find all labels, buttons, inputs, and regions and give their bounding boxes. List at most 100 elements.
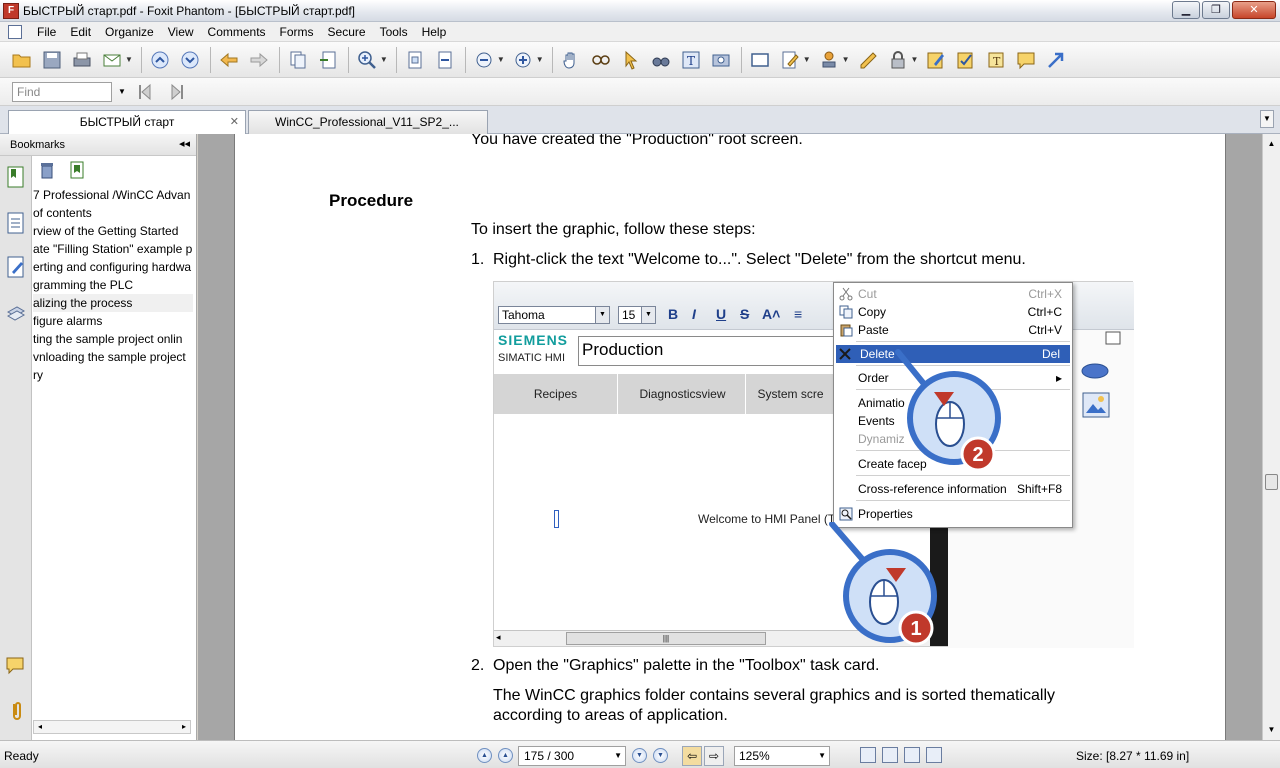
continuous-view-icon[interactable] bbox=[882, 747, 898, 763]
scroll-left-icon[interactable]: ◂ bbox=[34, 721, 46, 733]
previous-page-icon[interactable]: ▲ bbox=[498, 748, 513, 763]
history-back-icon[interactable]: ⇦ bbox=[682, 746, 702, 766]
scroll-right-icon[interactable]: ▸ bbox=[178, 721, 190, 733]
pages-tab-icon[interactable] bbox=[6, 212, 26, 234]
annotations-tab-icon[interactable] bbox=[6, 256, 26, 278]
bookmarks-hscrollbar[interactable]: ◂ ▸ bbox=[33, 720, 191, 734]
restore-button[interactable]: ❐ bbox=[1202, 1, 1230, 19]
hand-tool-icon[interactable] bbox=[559, 48, 583, 72]
tab-wincc-professional[interactable]: WinCC_Professional_V11_SP2_... bbox=[248, 110, 488, 134]
zoom-dropdown-icon[interactable]: ▼ bbox=[818, 747, 826, 765]
comments-tab-icon[interactable] bbox=[6, 656, 26, 678]
forward-arrow-icon[interactable] bbox=[247, 48, 271, 72]
textbox-icon[interactable]: T bbox=[984, 48, 1008, 72]
bookmarks-tab-icon[interactable] bbox=[6, 166, 26, 188]
page-up-icon[interactable] bbox=[148, 48, 172, 72]
scroll-up-icon[interactable]: ▲ bbox=[1263, 136, 1280, 152]
zoom-in-icon[interactable] bbox=[355, 48, 379, 72]
tab-close-icon[interactable]: ✕ bbox=[230, 111, 239, 133]
comment-note-icon[interactable] bbox=[1014, 48, 1038, 72]
bookmark-item-selected[interactable]: alizing the process bbox=[33, 294, 193, 312]
menu-edit[interactable]: Edit bbox=[63, 25, 98, 39]
menu-forms[interactable]: Forms bbox=[273, 25, 321, 39]
page-dropdown-icon[interactable]: ▼ bbox=[614, 747, 622, 765]
menu-organize[interactable]: Organize bbox=[98, 25, 161, 39]
facing-view-icon[interactable] bbox=[904, 747, 920, 763]
zoom-dropdown-icon[interactable]: ▼ bbox=[380, 55, 388, 64]
tab-list-dropdown-icon[interactable]: ▼ bbox=[1260, 110, 1274, 128]
menu-file[interactable]: File bbox=[30, 25, 63, 39]
bookmark-item[interactable]: vnloading the sample project bbox=[33, 348, 193, 366]
scroll-down-icon[interactable]: ▼ bbox=[1263, 722, 1280, 738]
open-folder-icon[interactable] bbox=[10, 48, 34, 72]
fit-page-icon[interactable] bbox=[403, 48, 427, 72]
bookmark-item[interactable]: erting and configuring hardwa bbox=[33, 258, 193, 276]
zoom-level-field[interactable]: 125% ▼ bbox=[734, 746, 830, 766]
zoom-in-circle-icon[interactable] bbox=[511, 48, 535, 72]
first-page-icon[interactable]: ▲ bbox=[477, 748, 492, 763]
single-page-view-icon[interactable] bbox=[860, 747, 876, 763]
document-menu-icon[interactable] bbox=[8, 24, 22, 39]
edit-dropdown-icon[interactable]: ▼ bbox=[803, 55, 811, 64]
menu-comments[interactable]: Comments bbox=[201, 25, 273, 39]
tab-bystry-start[interactable]: БЫСТРЫЙ старт ✕ bbox=[8, 110, 246, 134]
extract-page-icon[interactable] bbox=[316, 48, 340, 72]
lock-dropdown-icon[interactable]: ▼ bbox=[911, 55, 919, 64]
find-input[interactable]: Find bbox=[12, 81, 112, 102]
text-select-icon[interactable]: T bbox=[679, 48, 703, 72]
select-arrow-icon[interactable] bbox=[619, 48, 643, 72]
form-field-icon[interactable] bbox=[748, 48, 772, 72]
zoom-out-dropdown-icon[interactable]: ▼ bbox=[497, 55, 505, 64]
delete-bookmark-icon[interactable] bbox=[38, 161, 56, 179]
new-bookmark-icon[interactable] bbox=[68, 161, 86, 179]
email-dropdown-icon[interactable]: ▼ bbox=[125, 55, 133, 64]
bookmark-item[interactable]: ry bbox=[33, 366, 193, 384]
page-number-field[interactable]: 175 / 300 ▼ bbox=[518, 746, 626, 766]
zoom-in-dropdown-icon[interactable]: ▼ bbox=[536, 55, 544, 64]
attachments-tab-icon[interactable] bbox=[6, 700, 26, 722]
stamp-icon[interactable] bbox=[817, 48, 841, 72]
print-icon[interactable] bbox=[70, 48, 94, 72]
next-page-icon[interactable]: ▼ bbox=[632, 748, 647, 763]
pencil-note-icon[interactable] bbox=[924, 48, 948, 72]
bookmark-item[interactable]: of contents bbox=[33, 204, 193, 222]
layers-tab-icon[interactable] bbox=[6, 302, 26, 324]
fit-width-icon[interactable] bbox=[433, 48, 457, 72]
zoom-out-circle-icon[interactable] bbox=[472, 48, 496, 72]
history-forward-icon[interactable]: ⇨ bbox=[704, 746, 724, 766]
page-down-icon[interactable] bbox=[178, 48, 202, 72]
last-page-icon[interactable]: ▼ bbox=[653, 748, 668, 763]
continuous-facing-view-icon[interactable] bbox=[926, 747, 942, 763]
lock-icon[interactable] bbox=[886, 48, 910, 72]
save-icon[interactable] bbox=[40, 48, 64, 72]
bookmark-item[interactable]: ting the sample project onlin bbox=[33, 330, 193, 348]
menu-tools[interactable]: Tools bbox=[373, 25, 415, 39]
copy-page-icon[interactable] bbox=[286, 48, 310, 72]
collapse-panel-icon[interactable]: ◂◂ bbox=[179, 137, 190, 150]
bookmark-item[interactable]: 7 Professional /WinCC Advan bbox=[33, 186, 193, 204]
menu-secure[interactable]: Secure bbox=[321, 25, 373, 39]
snapshot-icon[interactable] bbox=[709, 48, 733, 72]
menu-help[interactable]: Help bbox=[415, 25, 454, 39]
bookmark-item[interactable]: gramming the PLC bbox=[33, 276, 193, 294]
close-button[interactable]: ✕ bbox=[1232, 1, 1276, 19]
back-arrow-icon[interactable] bbox=[217, 48, 241, 72]
binoculars-icon[interactable] bbox=[649, 48, 673, 72]
bookmark-item[interactable]: ate "Filling Station" example p bbox=[33, 240, 193, 258]
bookmark-item[interactable]: figure alarms bbox=[33, 312, 193, 330]
document-view[interactable]: You have created the "Production" root s… bbox=[198, 134, 1262, 740]
find-dropdown-icon[interactable]: ▼ bbox=[118, 87, 126, 96]
foxit-app-icon[interactable]: F bbox=[3, 2, 19, 19]
email-icon[interactable] bbox=[100, 48, 124, 72]
stamp-dropdown-icon[interactable]: ▼ bbox=[842, 55, 850, 64]
edit-page-icon[interactable] bbox=[778, 48, 802, 72]
find-previous-icon[interactable] bbox=[134, 80, 158, 104]
document-vscrollbar[interactable]: ▲ ▼ bbox=[1262, 134, 1280, 740]
arrow-annotation-icon[interactable] bbox=[1044, 48, 1068, 72]
menu-view[interactable]: View bbox=[161, 25, 201, 39]
vscroll-thumb[interactable] bbox=[1265, 474, 1278, 490]
typewriter-icon[interactable] bbox=[954, 48, 978, 72]
certify-icon[interactable] bbox=[856, 48, 880, 72]
bookmark-item[interactable]: rview of the Getting Started bbox=[33, 222, 193, 240]
minimize-button[interactable]: ▁ bbox=[1172, 1, 1200, 19]
